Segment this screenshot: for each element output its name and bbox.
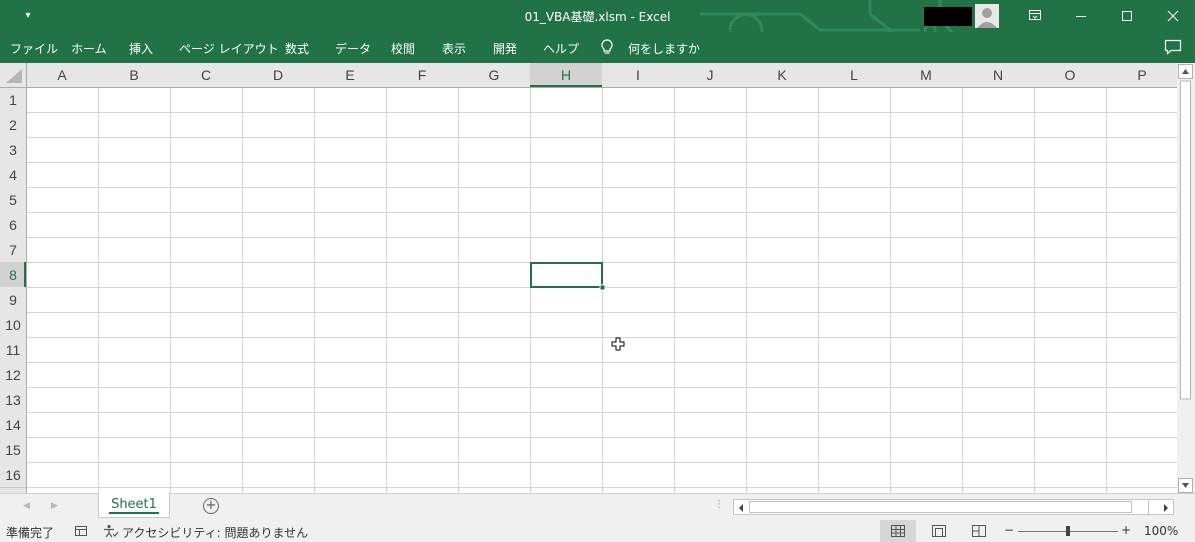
comments-icon[interactable] bbox=[1164, 39, 1182, 55]
row-header-label: 13 bbox=[5, 392, 21, 408]
tab-file[interactable]: ファイル bbox=[10, 40, 58, 57]
zoom-in-button[interactable]: + bbox=[1121, 523, 1131, 537]
tell-me-search[interactable]: 何をしますか bbox=[628, 40, 700, 57]
cell-select-cursor-icon bbox=[611, 337, 625, 351]
row-header-label: 9 bbox=[9, 292, 17, 308]
sheet-nav-prev-icon[interactable]: ◀ bbox=[23, 501, 30, 511]
tab-review[interactable]: 校閲 bbox=[391, 40, 415, 57]
row-header-label: 2 bbox=[9, 117, 17, 133]
normal-view-button[interactable] bbox=[880, 520, 916, 542]
zoom-slider-thumb[interactable] bbox=[1066, 526, 1070, 536]
tab-formulas[interactable]: 数式 bbox=[285, 40, 309, 57]
row-header-label: 1 bbox=[9, 92, 17, 108]
row-header-label: 5 bbox=[9, 192, 17, 208]
column-header-label: K bbox=[777, 67, 787, 83]
column-header-label: F bbox=[418, 67, 427, 83]
row-header-label: 8 bbox=[9, 267, 17, 283]
macro-recording-icon[interactable] bbox=[74, 525, 88, 537]
column-header-label: A bbox=[57, 67, 67, 83]
fill-handle[interactable] bbox=[599, 284, 606, 291]
scroll-right-icon[interactable] bbox=[1164, 504, 1168, 512]
column-header-label: O bbox=[1065, 67, 1076, 83]
column-header-label: P bbox=[1137, 67, 1146, 83]
horizontal-scrollbar[interactable] bbox=[733, 499, 1174, 516]
user-icon bbox=[977, 8, 997, 28]
tab-split-handle-icon[interactable]: ⋮ bbox=[714, 499, 724, 510]
selected-column-indicator bbox=[530, 85, 602, 87]
status-bar: 準備完了 アクセシビリティ: 問題ありません − + 100% bbox=[0, 520, 1195, 542]
column-header-label: I bbox=[636, 67, 640, 83]
row-header-label: 14 bbox=[5, 417, 21, 433]
column-header-label: E bbox=[345, 67, 354, 83]
maximize-icon bbox=[1122, 11, 1132, 21]
sheet-tab-bar: ◀ ▶ Sheet1 + ⋮ bbox=[0, 493, 1195, 520]
title-bar: ▾ 01_VBA基礎.xlsm - Excel bbox=[0, 0, 1195, 32]
tab-page-layout[interactable]: ページ レイアウト bbox=[179, 40, 279, 57]
row-header-label: 11 bbox=[6, 342, 21, 358]
page-break-preview-icon[interactable] bbox=[972, 525, 986, 537]
minimize-button[interactable] bbox=[1058, 0, 1104, 32]
row-header-label: 16 bbox=[5, 467, 21, 483]
lightbulb-icon bbox=[601, 39, 613, 54]
tab-data[interactable]: データ bbox=[335, 40, 371, 57]
vertical-scroll-thumb[interactable] bbox=[1180, 80, 1191, 400]
normal-view-icon bbox=[891, 525, 905, 537]
column-header-label: L bbox=[850, 67, 858, 83]
minimize-icon bbox=[1076, 16, 1086, 17]
tab-home[interactable]: ホーム bbox=[71, 40, 107, 57]
page-layout-view-icon[interactable] bbox=[932, 525, 946, 537]
maximize-button[interactable] bbox=[1104, 0, 1150, 32]
column-header-label: C bbox=[201, 67, 211, 83]
scroll-left-icon[interactable] bbox=[739, 504, 743, 512]
ribbon-display-options-button[interactable] bbox=[1012, 0, 1058, 32]
close-icon bbox=[1167, 10, 1179, 22]
status-ready: 準備完了 bbox=[6, 526, 55, 540]
row-header-label: 3 bbox=[9, 142, 17, 158]
vertical-scrollbar[interactable] bbox=[1177, 63, 1195, 494]
column-header-label: B bbox=[129, 67, 138, 83]
accessibility-icon[interactable] bbox=[103, 524, 119, 538]
sheet-nav-next-icon[interactable]: ▶ bbox=[51, 501, 58, 511]
zoom-level[interactable]: 100% bbox=[1144, 524, 1178, 538]
row-header-label: 6 bbox=[9, 217, 17, 233]
column-header-label: M bbox=[920, 67, 932, 83]
ribbon-display-options-icon bbox=[1029, 10, 1041, 20]
row-header-label: 12 bbox=[5, 367, 21, 383]
horizontal-scroll-thumb[interactable] bbox=[749, 501, 1132, 513]
ribbon-tabs: ファイル ホーム 挿入 ページ レイアウト 数式 データ 校閲 表示 開発 ヘル… bbox=[0, 32, 1195, 63]
accessibility-status[interactable]: アクセシビリティ: 問題ありません bbox=[122, 524, 308, 541]
column-header-label: J bbox=[707, 67, 714, 83]
zoom-out-button[interactable]: − bbox=[1004, 523, 1014, 537]
row-header-label: 15 bbox=[5, 442, 21, 458]
close-button[interactable] bbox=[1150, 0, 1195, 32]
tab-insert[interactable]: 挿入 bbox=[129, 40, 153, 57]
worksheet-grid[interactable]: A B C D E F G H I J K L M N O P12345678910111213141516 bbox=[0, 63, 1177, 493]
column-header-label: D bbox=[273, 67, 283, 83]
column-header-label: H bbox=[561, 67, 571, 83]
avatar[interactable] bbox=[975, 4, 999, 28]
tab-help[interactable]: ヘルプ bbox=[543, 40, 579, 57]
column-header-label: G bbox=[489, 67, 500, 83]
column-header-label: N bbox=[993, 67, 1003, 83]
account-name[interactable] bbox=[924, 7, 972, 26]
row-header-label: 10 bbox=[5, 317, 21, 333]
row-header-label: 7 bbox=[9, 242, 17, 258]
tab-view[interactable]: 表示 bbox=[442, 40, 466, 57]
new-sheet-icon[interactable]: + bbox=[203, 498, 219, 514]
cell-area[interactable] bbox=[0, 63, 1177, 493]
sheet-tab-sheet1[interactable]: Sheet1 bbox=[98, 493, 170, 518]
tab-developer[interactable]: 開発 bbox=[493, 40, 517, 57]
row-header-label: 4 bbox=[9, 167, 17, 183]
selected-row-indicator bbox=[24, 262, 26, 287]
